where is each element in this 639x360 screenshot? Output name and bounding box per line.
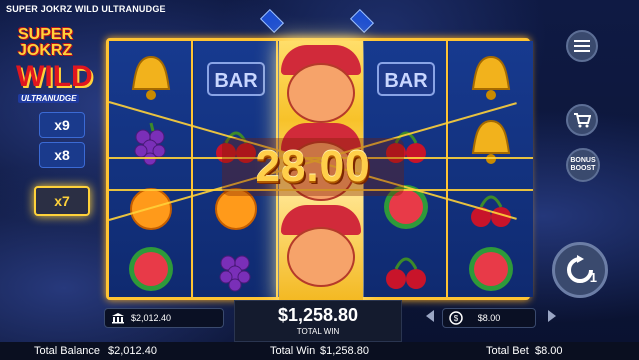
bottom-panel: $2,012.40 $1,258.80 TOTAL WIN $ $8.00 To… (0, 300, 639, 360)
cherries-symbol (457, 173, 525, 241)
total-win-value: $1,258.80 (277, 305, 359, 325)
watermelon-symbol (117, 235, 185, 303)
total-balance-label: Total Balance (34, 345, 101, 357)
total-bet-value: $8.00 (535, 345, 563, 357)
menu-icon (574, 40, 590, 52)
total-win-panel: $1,258.80 TOTAL WIN (234, 300, 402, 342)
bet-decrease-icon[interactable] (426, 310, 434, 322)
bell-symbol (117, 45, 185, 113)
cart-icon (574, 113, 591, 128)
bank-icon (112, 313, 124, 324)
logo-line-wild: WILD (16, 60, 93, 93)
autospin-count: 1 (589, 270, 597, 285)
logo-line-jokrz: JOKRZ (18, 42, 73, 59)
game-title: SUPER JOKRZ WILD ULTRANUDGE (6, 4, 166, 14)
svg-text:$: $ (454, 314, 459, 323)
bet-increase-icon[interactable] (548, 310, 556, 322)
bonus-boost-button[interactable]: BONUS BOOST (566, 148, 600, 182)
bet-box[interactable]: $ $8.00 (442, 308, 536, 328)
bar-symbol: BAR (372, 45, 440, 113)
svg-text:BAR: BAR (214, 70, 258, 92)
balance-box[interactable]: $2,012.40 (104, 308, 224, 328)
multiplier-x8: x8 (39, 142, 85, 168)
buy-feature-button[interactable] (566, 104, 598, 136)
menu-button[interactable] (566, 30, 598, 62)
multiplier-ladder: x9 x8 x7 (34, 112, 90, 220)
multiplier-active: x7 (34, 186, 90, 216)
bar-symbol: BAR (202, 45, 270, 113)
jester-symbol (287, 227, 355, 287)
reel-1 (109, 41, 193, 297)
win-amount-display: 28.00 (222, 138, 404, 196)
reel-5 (449, 41, 533, 297)
watermelon-symbol (457, 235, 525, 303)
svg-text:BAR: BAR (384, 70, 428, 92)
status-bar: Total Balance $2,012.40 Total Win $1,258… (0, 342, 639, 360)
bet-box-value: $8.00 (477, 313, 501, 323)
total-balance-value: $2,012.40 (108, 345, 157, 357)
grapes-symbol (202, 235, 270, 303)
total-bet-label: Total Bet (486, 345, 529, 357)
jester-symbol (287, 63, 355, 123)
spin-button[interactable]: 1 (552, 242, 608, 298)
total-win-status-value: $1,258.80 (320, 345, 369, 357)
multiplier-x9: x9 (39, 112, 85, 138)
coin-icon: $ (449, 311, 463, 325)
cherries-symbol (372, 235, 440, 303)
game-logo: SUPER JOKRZ WILD ULTRANUDGE (14, 22, 110, 103)
logo-line-ultranudge: ULTRANUDGE (18, 94, 80, 103)
bell-symbol (457, 109, 525, 177)
total-win-label: TOTAL WIN (296, 327, 340, 336)
total-win-status-label: Total Win (270, 345, 316, 357)
balance-box-value: $2,012.40 (131, 313, 172, 323)
